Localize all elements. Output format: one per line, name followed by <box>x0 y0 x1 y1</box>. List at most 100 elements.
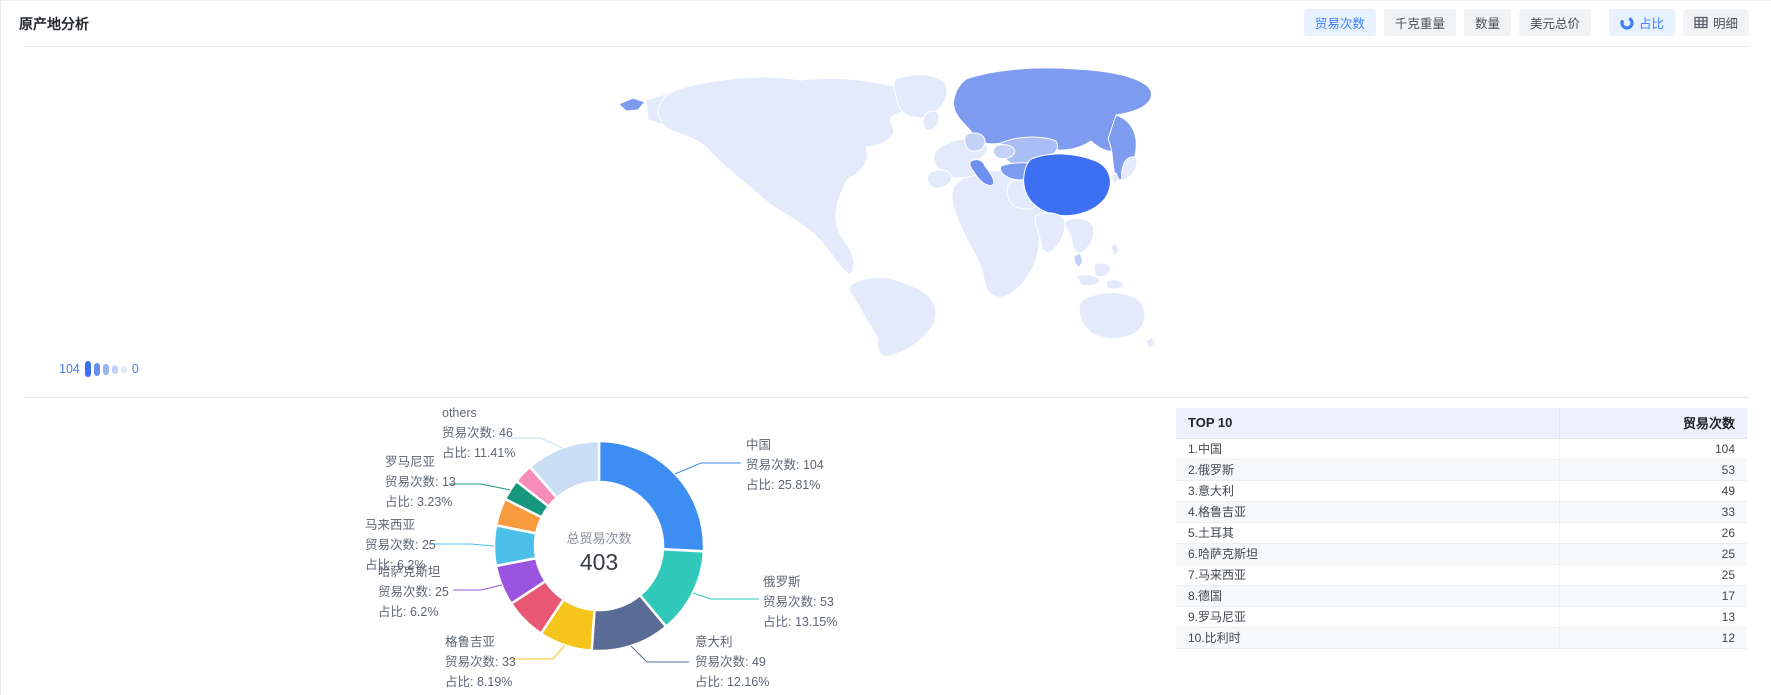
table-row: 7.马来西亚25 <box>1176 564 1747 585</box>
pie-label-value: 贸易次数: 13 <box>385 472 456 492</box>
world-choropleth-map[interactable] <box>616 61 1156 361</box>
page-title: 原产地分析 <box>19 14 89 34</box>
metric-button-kg-weight[interactable]: 千克重量 <box>1384 9 1456 36</box>
table-cell-value: 104 <box>1559 438 1747 459</box>
map-region-new-guinea[interactable] <box>1106 280 1124 289</box>
pie-label-value: 贸易次数: 25 <box>378 582 449 602</box>
table-row: 2.俄罗斯53 <box>1176 459 1747 480</box>
table-cell-country: 1.中国 <box>1176 438 1559 459</box>
table-row: 5.土耳其26 <box>1176 522 1747 543</box>
button-label: 千克重量 <box>1395 13 1445 32</box>
pie-label-value: 贸易次数: 104 <box>746 455 824 475</box>
table-cell-country: 3.意大利 <box>1176 480 1559 501</box>
map-region-north-america[interactable] <box>658 77 916 275</box>
pie-label-percent: 占比: 13.15% <box>763 612 837 632</box>
map-region-malaysia[interactable] <box>1074 253 1083 268</box>
map-region-uk[interactable] <box>923 111 939 130</box>
top-table-body: 1.中国1042.俄罗斯533.意大利494.格鲁吉亚335.土耳其266.哈萨… <box>1176 438 1747 648</box>
pie-label-georgia: 格鲁吉亚 贸易次数: 33 占比: 8.19% <box>445 632 516 692</box>
table-cell-value: 53 <box>1559 459 1747 480</box>
table-cell-value: 25 <box>1559 564 1747 585</box>
map-region-new-zealand[interactable] <box>1146 337 1155 349</box>
pie-label-value: 贸易次数: 33 <box>445 652 516 672</box>
button-label: 美元总价 <box>1530 13 1580 32</box>
origin-analysis-panel: 原产地分析 贸易次数 千克重量 数量 美元总价 占比 明细 <box>0 0 1771 695</box>
pie-label-value: 贸易次数: 53 <box>763 592 837 612</box>
view-button-proportion[interactable]: 占比 <box>1609 9 1675 36</box>
table-cell-value: 13 <box>1559 606 1747 627</box>
pie-label-percent: 占比: 25.81% <box>746 475 824 495</box>
map-region-greenland[interactable] <box>894 75 947 118</box>
table-cell-country: 10.比利时 <box>1176 627 1559 648</box>
pie-label-name: 格鲁吉亚 <box>445 632 516 652</box>
donut-center-total: 403 <box>519 549 679 576</box>
table-row: 8.德国17 <box>1176 585 1747 606</box>
pie-label-name: 俄罗斯 <box>763 572 837 592</box>
pie-label-china: 中国 贸易次数: 104 占比: 25.81% <box>746 435 824 495</box>
table-cell-country: 8.德国 <box>1176 585 1559 606</box>
button-label: 贸易次数 <box>1315 13 1365 32</box>
metric-button-usd-total[interactable]: 美元总价 <box>1519 9 1591 36</box>
pie-label-italy: 意大利 贸易次数: 49 占比: 12.16% <box>695 632 769 692</box>
table-header-top10: TOP 10 <box>1176 408 1559 438</box>
leader-italy <box>631 646 689 662</box>
table-cell-country: 5.土耳其 <box>1176 522 1559 543</box>
pie-label-name: 马来西亚 <box>365 515 436 535</box>
pie-label-percent: 占比: 6.2% <box>378 602 449 622</box>
map-region-russia-east-fragment[interactable] <box>619 98 645 111</box>
table-cell-value: 33 <box>1559 501 1747 522</box>
map-region-romania[interactable] <box>994 145 1015 159</box>
map-region-india[interactable] <box>1035 213 1065 252</box>
donut-center-title: 总贸易次数 <box>519 528 679 547</box>
button-label: 数量 <box>1475 13 1500 32</box>
table-cell-country: 2.俄罗斯 <box>1176 459 1559 480</box>
map-region-philippines[interactable] <box>1111 243 1119 257</box>
table-header-trade-count: 贸易次数 <box>1559 408 1747 438</box>
table-cell-value: 17 <box>1559 585 1747 606</box>
map-region-south-america[interactable] <box>850 278 936 357</box>
pie-label-percent: 占比: 11.41% <box>442 443 515 463</box>
map-region-borneo[interactable] <box>1094 263 1111 277</box>
pie-label-russia: 俄罗斯 贸易次数: 53 占比: 13.15% <box>763 572 837 632</box>
table-row: 1.中国104 <box>1176 438 1747 459</box>
table-cell-country: 7.马来西亚 <box>1176 564 1559 585</box>
pie-label-percent: 占比: 8.19% <box>445 672 516 692</box>
pie-label-percent: 占比: 3.23% <box>385 492 456 512</box>
legend-bar <box>112 365 118 374</box>
pie-label-value: 贸易次数: 46 <box>442 423 515 443</box>
header-divider <box>23 46 1749 47</box>
table-row: 10.比利时12 <box>1176 627 1747 648</box>
table-cell-value: 49 <box>1559 480 1747 501</box>
top10-table: TOP 10 贸易次数 1.中国1042.俄罗斯533.意大利494.格鲁吉亚3… <box>1176 408 1747 649</box>
table-row: 3.意大利49 <box>1176 480 1747 501</box>
table-icon <box>1694 16 1708 29</box>
map-legend[interactable]: 104 0 <box>59 361 139 377</box>
table-row: 4.格鲁吉亚33 <box>1176 501 1747 522</box>
metric-button-quantity[interactable]: 数量 <box>1464 9 1511 36</box>
table-row: 9.罗马尼亚13 <box>1176 606 1747 627</box>
legend-max-value: 104 <box>59 362 80 376</box>
metric-button-trade-count[interactable]: 贸易次数 <box>1304 9 1376 36</box>
pie-label-value: 贸易次数: 25 <box>365 535 436 555</box>
legend-bar <box>121 366 127 373</box>
map-region-germany[interactable] <box>965 133 985 151</box>
legend-bar <box>103 364 109 375</box>
map-region-iberia[interactable] <box>927 170 952 188</box>
button-label: 占比 <box>1639 13 1664 32</box>
map-region-australia[interactable] <box>1079 293 1145 339</box>
pie-icon <box>1620 16 1634 30</box>
pie-label-name: others <box>442 403 515 423</box>
table-row: 6.哈萨克斯坦25 <box>1176 543 1747 564</box>
leader-china <box>675 463 741 474</box>
map-region-china[interactable] <box>1024 154 1111 216</box>
pie-label-percent: 占比: 12.16% <box>695 672 769 692</box>
leader-russia <box>693 593 759 599</box>
map-region-indochina[interactable] <box>1065 218 1094 253</box>
leader-romania <box>449 484 510 490</box>
donut-center-label: 总贸易次数 403 <box>519 528 679 576</box>
pie-label-name: 意大利 <box>695 632 769 652</box>
leader-georgia <box>509 645 565 659</box>
toolbar: 贸易次数 千克重量 数量 美元总价 占比 明细 <box>1304 9 1749 36</box>
view-button-detail[interactable]: 明细 <box>1683 9 1749 36</box>
map-legend-bars <box>85 361 127 377</box>
